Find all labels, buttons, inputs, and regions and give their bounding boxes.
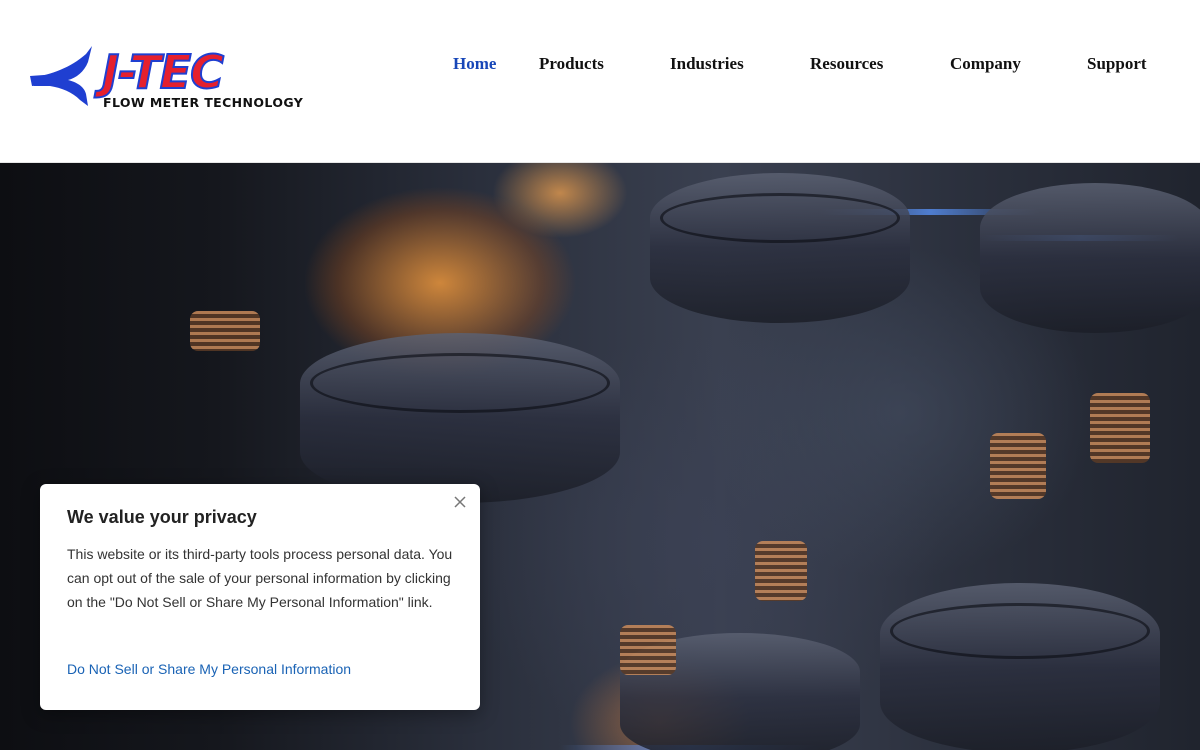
do-not-sell-link[interactable]: Do Not Sell or Share My Personal Informa… — [67, 661, 351, 677]
piston-shape — [980, 183, 1200, 333]
nav-products[interactable]: Products — [539, 54, 604, 74]
nav-support[interactable]: Support — [1087, 54, 1147, 74]
nav-company[interactable]: Company — [950, 54, 1021, 74]
nav-home[interactable]: Home — [453, 54, 496, 74]
logo-tagline: FLOW METER TECHNOLOGY — [103, 95, 304, 110]
site-header: J-TEC FLOW METER TECHNOLOGY Home Product… — [0, 0, 1200, 163]
j-tec-logo[interactable]: J-TEC FLOW METER TECHNOLOGY — [28, 40, 303, 118]
privacy-banner: We value your privacy This website or it… — [40, 484, 480, 710]
piston-ring — [890, 603, 1150, 659]
privacy-body: This website or its third-party tools pr… — [67, 546, 453, 610]
piston-ring — [660, 193, 900, 243]
privacy-title: We value your privacy — [67, 507, 257, 527]
valve-spring — [620, 625, 676, 675]
valve-spring — [755, 541, 807, 601]
nav-industries[interactable]: Industries — [670, 54, 744, 74]
main-nav: Home Products Industries Resources Compa… — [0, 54, 1200, 78]
valve-spring — [190, 311, 260, 351]
nav-resources[interactable]: Resources — [810, 54, 883, 74]
close-icon[interactable] — [452, 494, 468, 510]
valve-spring — [1090, 393, 1150, 463]
piston-ring — [310, 353, 610, 413]
valve-spring — [990, 433, 1046, 499]
